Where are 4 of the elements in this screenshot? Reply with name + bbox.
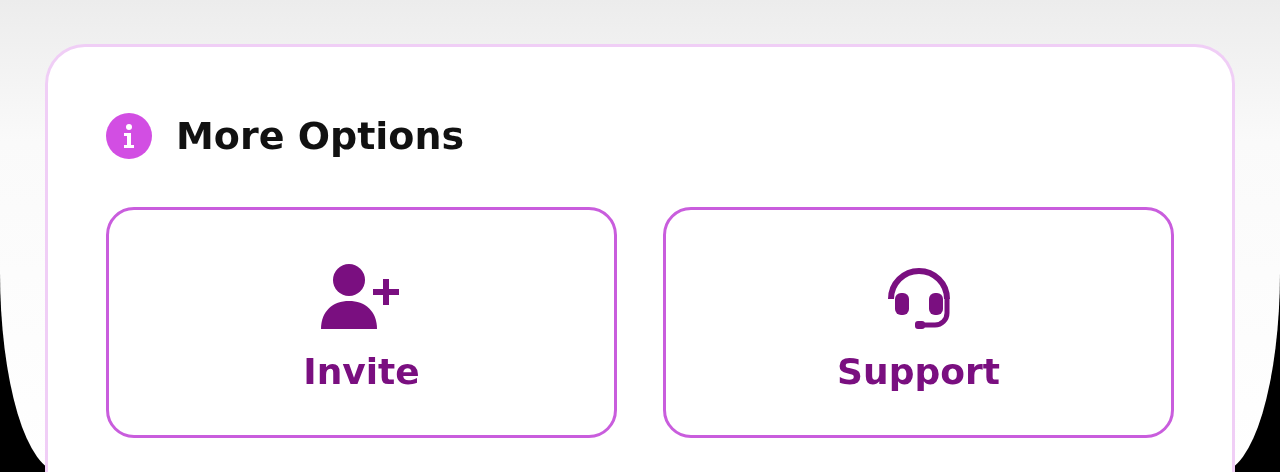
section-title: More Options [176,114,465,158]
invite-button[interactable]: Invite [106,207,617,438]
info-icon [106,113,152,159]
support-button[interactable]: Support [663,207,1174,438]
